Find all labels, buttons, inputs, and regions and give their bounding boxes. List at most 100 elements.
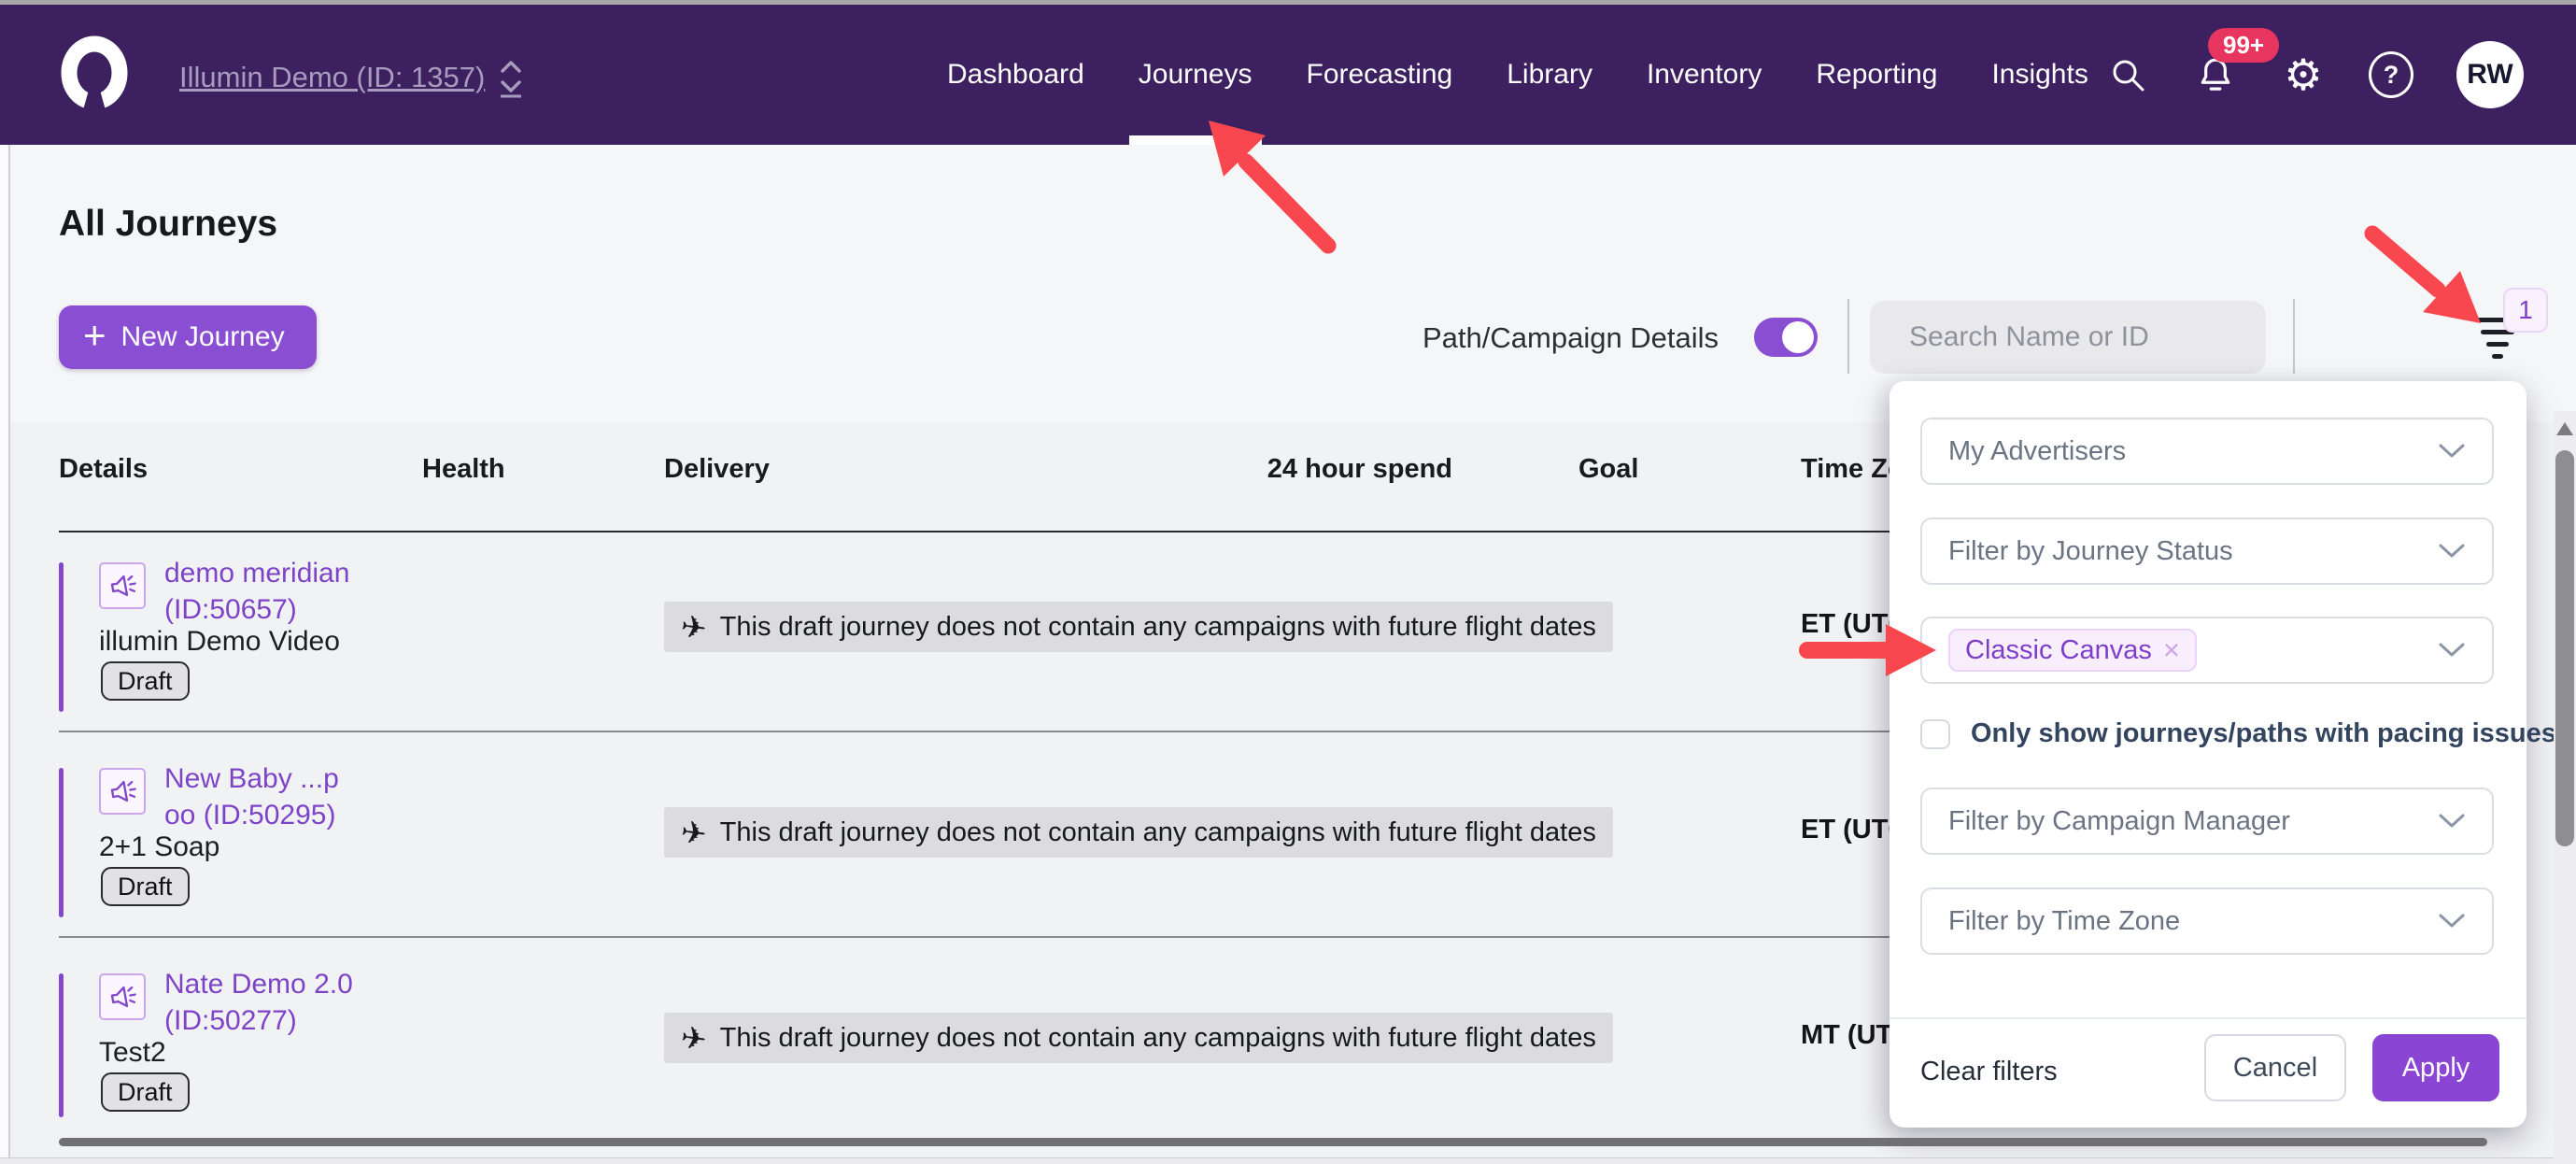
- chevron-down-icon: [2438, 443, 2466, 460]
- status-badge: Draft: [101, 661, 190, 701]
- journey-name-link[interactable]: Nate Demo 2.0 (ID:50277): [164, 966, 353, 1039]
- journey-type-chip[interactable]: Classic Canvas ×: [1948, 629, 2197, 672]
- journey-name-line1: Nate Demo 2.0: [164, 969, 353, 1000]
- new-journey-label: New Journey: [121, 321, 285, 353]
- gear-icon: ⚙: [2284, 53, 2322, 96]
- journey-name-line2: (ID:50657): [164, 594, 297, 625]
- nav-dashboard[interactable]: Dashboard: [941, 5, 1090, 145]
- global-search-button[interactable]: [2105, 52, 2150, 97]
- search-icon: [2107, 54, 2148, 95]
- journey-search: [1870, 301, 2266, 374]
- chevron-down-icon: [2438, 543, 2466, 560]
- advertisers-dropdown-label: My Advertisers: [1948, 436, 2438, 467]
- help-button[interactable]: ?: [2369, 52, 2413, 97]
- nav-reporting[interactable]: Reporting: [1810, 5, 1943, 145]
- time-zone-dropdown-label: Filter by Time Zone: [1948, 906, 2438, 937]
- megaphone-icon: [106, 570, 138, 602]
- campaign-manager-dropdown-label: Filter by Campaign Manager: [1948, 806, 2438, 837]
- journey-status-dropdown[interactable]: Filter by Journey Status: [1920, 518, 2494, 585]
- window-top-edge: [0, 0, 2576, 5]
- clear-filters-link[interactable]: Clear filters: [1920, 1057, 2058, 1087]
- user-avatar[interactable]: RW: [2456, 41, 2524, 108]
- filter-panel: My Advertisers Filter by Journey Status …: [1890, 381, 2526, 1128]
- journey-type-icon: [99, 562, 146, 609]
- journey-name-line2: oo (ID:50295): [164, 800, 335, 830]
- toolbar-divider: [2293, 299, 2295, 374]
- filter-count-badge: 1: [2503, 288, 2548, 333]
- megaphone-icon: [106, 981, 138, 1013]
- delivery-message: ✈ This draft journey does not contain an…: [664, 602, 1613, 652]
- chevron-down-icon: [2438, 813, 2466, 830]
- col-details: Details: [59, 454, 148, 485]
- journey-type-icon: [99, 768, 146, 815]
- delivery-text: This draft journey does not contain any …: [720, 817, 1596, 848]
- plane-icon: ✈: [678, 1018, 709, 1058]
- vertical-scrollbar-thumb[interactable]: [2555, 450, 2574, 846]
- col-goal: Goal: [1578, 454, 1638, 485]
- pacing-issues-checkbox-row[interactable]: Only show journeys/paths with pacing iss…: [1920, 718, 2556, 749]
- row-accent-bar: [59, 973, 64, 1117]
- status-badge: Draft: [101, 1072, 190, 1112]
- toolbar-divider: [1847, 299, 1849, 374]
- details-toggle-label: Path/Campaign Details: [1422, 321, 1719, 355]
- time-zone-dropdown[interactable]: Filter by Time Zone: [1920, 887, 2494, 955]
- cancel-button[interactable]: Cancel: [2204, 1034, 2346, 1101]
- megaphone-icon: [106, 775, 138, 807]
- window-bottom-edge: [0, 1157, 2554, 1164]
- delivery-message: ✈ This draft journey does not contain an…: [664, 1013, 1613, 1063]
- apply-button[interactable]: Apply: [2372, 1034, 2499, 1101]
- advertiser-switcher-label: Illumin Demo (ID: 1357): [179, 61, 485, 94]
- journey-status-dropdown-label: Filter by Journey Status: [1948, 536, 2438, 567]
- nav-inventory[interactable]: Inventory: [1641, 5, 1767, 145]
- scroll-up-arrow-icon[interactable]: [2556, 422, 2573, 435]
- pacing-issues-label: Only show journeys/paths with pacing iss…: [1971, 718, 2556, 749]
- nav-forecasting[interactable]: Forecasting: [1301, 5, 1459, 145]
- horizontal-scrollbar-thumb[interactable]: [59, 1138, 2487, 1146]
- journey-name-link[interactable]: New Baby ...p oo (ID:50295): [164, 760, 339, 833]
- journey-name-line1: demo meridian: [164, 558, 349, 589]
- campaign-manager-dropdown[interactable]: Filter by Campaign Manager: [1920, 788, 2494, 855]
- search-input[interactable]: [1907, 320, 2272, 354]
- journey-name-link[interactable]: demo meridian (ID:50657): [164, 555, 349, 628]
- journey-subtitle: 2+1 Soap: [99, 831, 219, 863]
- page-title: All Journeys: [59, 204, 277, 245]
- journeys-page: Illumin Demo (ID: 1357) Dashboard Journe…: [0, 0, 2576, 1164]
- chip-label: Classic Canvas: [1965, 635, 2152, 666]
- illumin-logo-svg: [54, 33, 134, 117]
- chevron-down-icon: [2438, 913, 2466, 930]
- primary-nav: Dashboard Journeys Forecasting Library I…: [941, 5, 2094, 145]
- col-delivery: Delivery: [664, 454, 770, 485]
- chevron-down-icon: [2438, 642, 2466, 659]
- pacing-issues-checkbox[interactable]: [1920, 719, 1950, 749]
- avatar-initials: RW: [2467, 59, 2512, 91]
- toggle-knob: [1782, 321, 1814, 353]
- advertiser-switcher[interactable]: Illumin Demo (ID: 1357): [179, 57, 524, 98]
- journey-type-icon: [99, 973, 146, 1020]
- illumin-logo-icon[interactable]: [54, 33, 134, 117]
- delivery-message: ✈ This draft journey does not contain an…: [664, 807, 1613, 858]
- nav-insights[interactable]: Insights: [1986, 5, 2093, 145]
- advertisers-dropdown[interactable]: My Advertisers: [1920, 418, 2494, 485]
- journey-name-line1: New Baby ...p: [164, 763, 339, 794]
- journey-type-dropdown[interactable]: Classic Canvas ×: [1920, 617, 2494, 684]
- details-toggle[interactable]: [1754, 318, 1818, 357]
- settings-button[interactable]: ⚙: [2281, 52, 2326, 97]
- notifications-button[interactable]: 99+: [2193, 52, 2238, 97]
- swap-vertical-icon: [498, 57, 524, 98]
- new-journey-button[interactable]: + New Journey: [59, 305, 317, 369]
- chip-remove-icon[interactable]: ×: [2163, 633, 2180, 667]
- plane-icon: ✈: [678, 607, 709, 646]
- nav-journeys[interactable]: Journeys: [1133, 5, 1258, 145]
- col-health: Health: [422, 454, 505, 485]
- journey-subtitle: Test2: [99, 1037, 166, 1069]
- notification-count-badge: 99+: [2208, 28, 2279, 63]
- top-nav-bar: Illumin Demo (ID: 1357) Dashboard Journe…: [0, 5, 2576, 145]
- question-icon: ?: [2369, 51, 2413, 98]
- question-glyph: ?: [2384, 61, 2399, 90]
- row-accent-bar: [59, 562, 64, 712]
- nav-library[interactable]: Library: [1501, 5, 1598, 145]
- filter-panel-footer: Clear filters Cancel Apply: [1890, 1017, 2526, 1128]
- journey-name-line2: (ID:50277): [164, 1005, 297, 1036]
- left-gutter: [0, 145, 10, 1164]
- header-actions: 99+ ⚙ ? RW: [2105, 5, 2524, 145]
